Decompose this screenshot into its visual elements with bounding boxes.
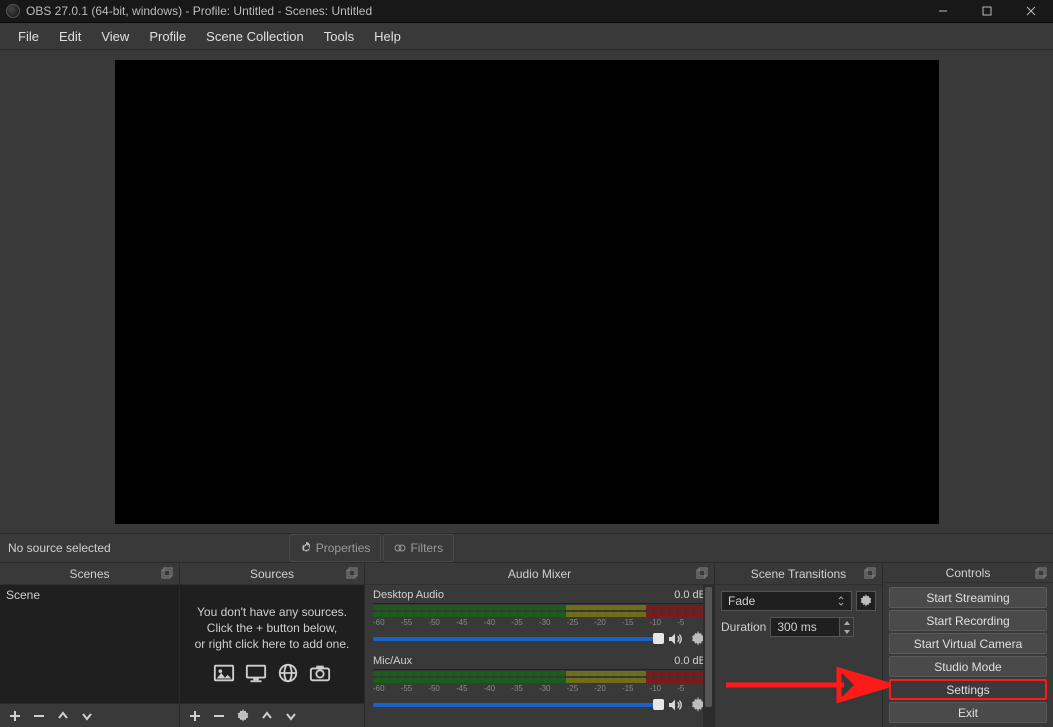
preview-area [0,50,1053,533]
transition-settings-button[interactable] [856,591,876,611]
preview-canvas[interactable] [115,60,939,524]
start-streaming-button[interactable]: Start Streaming [889,587,1047,608]
scene-list[interactable]: Scene [0,585,179,703]
scenes-toolbar [0,703,179,727]
spin-up-button[interactable] [839,618,853,627]
popout-icon[interactable] [161,567,173,579]
controls-header: Controls [883,563,1053,583]
globe-icon [276,662,300,684]
gear-icon [859,594,873,608]
scene-item[interactable]: Scene [0,585,179,605]
scrollbar[interactable] [703,585,714,727]
source-selection-status: No source selected [0,541,119,555]
settings-button[interactable]: Settings [889,679,1047,700]
move-scene-up-button[interactable] [52,706,74,726]
volume-meter [373,669,706,683]
move-source-down-button[interactable] [280,706,302,726]
menu-help[interactable]: Help [364,25,411,48]
volume-slider[interactable] [373,637,660,641]
menu-file[interactable]: File [8,25,49,48]
source-type-icons [212,662,332,684]
source-info-bar: No source selected Properties Filters [0,533,1053,563]
start-recording-button[interactable]: Start Recording [889,610,1047,631]
popout-icon[interactable] [864,567,876,579]
meter-tick-labels: -60-55-50-45-40-35-30-25-20-15-10-50 [373,684,706,693]
menu-profile[interactable]: Profile [139,25,196,48]
window-title: OBS 27.0.1 (64-bit, windows) - Profile: … [26,4,921,18]
track-name: Mic/Aux [373,655,412,667]
audio-mixer-panel: Audio Mixer Desktop Audio 0.0 dB -60-55-… [365,563,715,727]
sources-toolbar [180,703,364,727]
meter-tick-labels: -60-55-50-45-40-35-30-25-20-15-10-50 [373,618,706,627]
scene-transitions-panel: Scene Transitions Fade Duration [715,563,883,727]
properties-button[interactable]: Properties [289,534,382,562]
source-settings-button[interactable] [232,706,254,726]
audio-mixer-body: Desktop Audio 0.0 dB -60-55-50-45-40-35-… [365,585,714,727]
filters-button[interactable]: Filters [383,534,454,562]
menu-view[interactable]: View [91,25,139,48]
maximize-button[interactable] [965,0,1009,23]
docks-row: Scenes Scene Sources You don't have any … [0,563,1053,727]
filters-icon [394,542,406,554]
audio-track-mic: Mic/Aux 0.0 dB -60-55-50-45-40-35-30-25-… [373,655,706,713]
gear-icon [300,542,312,554]
sources-empty-state[interactable]: You don't have any sources. Click the + … [180,585,364,703]
controls-body: Start Streaming Start Recording Start Vi… [883,583,1053,727]
popout-icon[interactable] [1035,567,1047,579]
duration-input[interactable] [771,620,839,634]
popout-icon[interactable] [696,567,708,579]
spin-down-button[interactable] [839,627,853,636]
audio-track-desktop: Desktop Audio 0.0 dB -60-55-50-45-40-35-… [373,589,706,647]
menu-scene-collection[interactable]: Scene Collection [196,25,314,48]
image-icon [212,662,236,684]
track-level: 0.0 dB [674,589,706,601]
studio-mode-button[interactable]: Studio Mode [889,656,1047,677]
remove-source-button[interactable] [208,706,230,726]
title-bar: OBS 27.0.1 (64-bit, windows) - Profile: … [0,0,1053,23]
scene-transitions-header: Scene Transitions [715,563,882,585]
menu-bar: File Edit View Profile Scene Collection … [0,23,1053,50]
duration-label: Duration [721,620,766,634]
speaker-icon[interactable] [666,697,684,713]
scenes-panel: Scenes Scene [0,563,180,727]
close-button[interactable] [1009,0,1053,23]
add-scene-button[interactable] [4,706,26,726]
sources-header: Sources [180,563,364,585]
start-virtual-camera-button[interactable]: Start Virtual Camera [889,633,1047,654]
track-name: Desktop Audio [373,589,444,601]
audio-mixer-header: Audio Mixer [365,563,714,585]
sources-panel: Sources You don't have any sources. Clic… [180,563,365,727]
controls-panel: Controls Start Streaming Start Recording… [883,563,1053,727]
popout-icon[interactable] [346,567,358,579]
move-source-up-button[interactable] [256,706,278,726]
menu-edit[interactable]: Edit [49,25,91,48]
obs-app-icon [6,4,20,18]
menu-tools[interactable]: Tools [314,25,364,48]
add-source-button[interactable] [184,706,206,726]
duration-spinbox[interactable] [770,617,854,637]
volume-slider[interactable] [373,703,660,707]
speaker-icon[interactable] [666,631,684,647]
transition-select[interactable]: Fade [721,591,852,611]
display-icon [244,662,268,684]
volume-meter [373,603,706,617]
remove-scene-button[interactable] [28,706,50,726]
minimize-button[interactable] [921,0,965,23]
chevron-updown-icon [837,595,845,607]
camera-icon [308,662,332,684]
track-level: 0.0 dB [674,655,706,667]
move-scene-down-button[interactable] [76,706,98,726]
exit-button[interactable]: Exit [889,702,1047,723]
scenes-header: Scenes [0,563,179,585]
